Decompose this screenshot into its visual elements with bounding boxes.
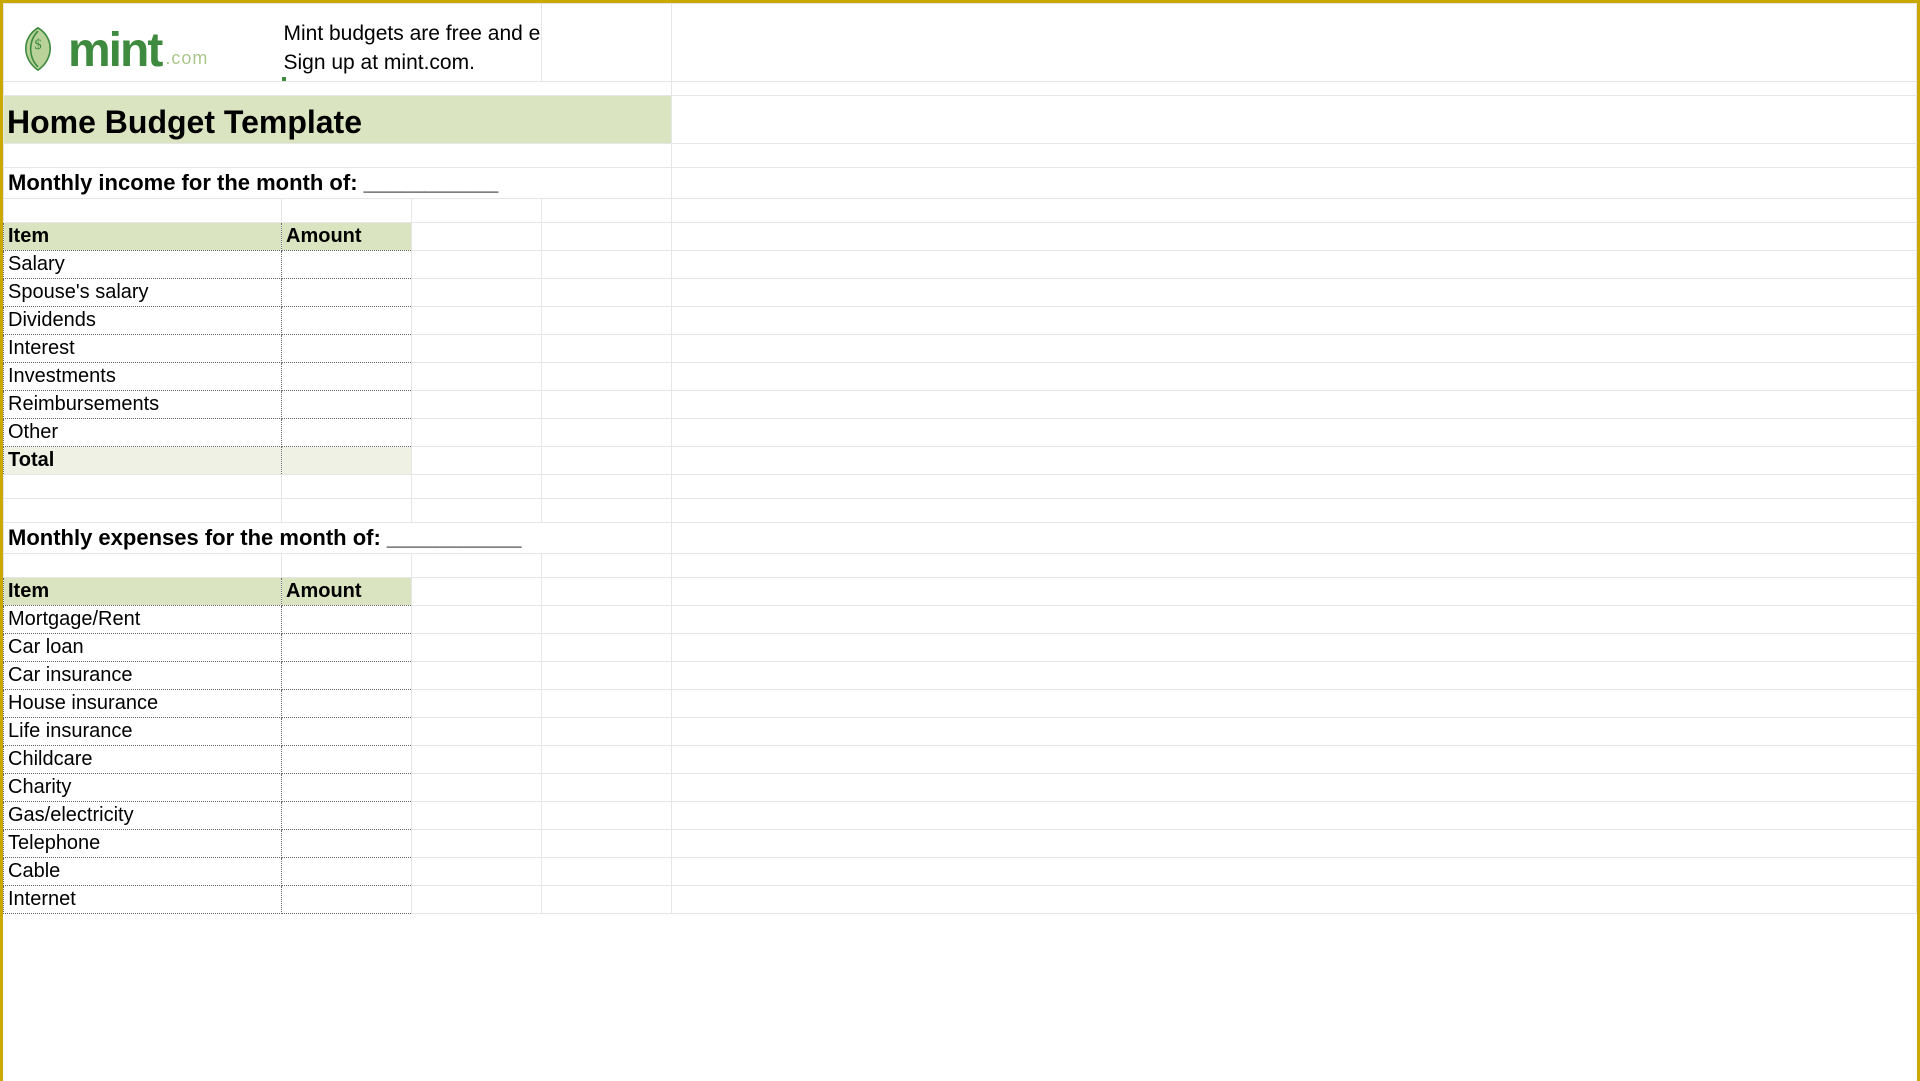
logo-brand-text: mint (68, 27, 161, 75)
income-amount[interactable] (282, 279, 412, 307)
expense-item[interactable]: Mortgage/Rent (4, 606, 282, 634)
mint-leaf-icon: $ (12, 23, 64, 75)
expense-item[interactable]: Cable (4, 858, 282, 886)
income-amount[interactable] (282, 363, 412, 391)
expense-amount[interactable] (282, 606, 412, 634)
income-item[interactable]: Interest (4, 335, 282, 363)
expense-item[interactable]: Car loan (4, 634, 282, 662)
expense-amount[interactable] (282, 774, 412, 802)
income-amount[interactable] (282, 419, 412, 447)
page-title: Home Budget Template (4, 96, 672, 144)
income-item[interactable]: Investments (4, 363, 282, 391)
expense-amount[interactable] (282, 858, 412, 886)
expense-amount[interactable] (282, 718, 412, 746)
expense-item[interactable]: House insurance (4, 690, 282, 718)
logo-ext-text: .com (165, 48, 208, 75)
promo-cell[interactable]: Mint budgets are free and easy. Sign up … (282, 4, 542, 82)
expense-item[interactable]: Charity (4, 774, 282, 802)
expense-amount[interactable] (282, 690, 412, 718)
promo-line1: Mint budgets are free and easy. (284, 22, 542, 45)
budget-grid[interactable]: $ mint .com Mint budgets are free and ea… (3, 3, 1917, 914)
expense-amount[interactable] (282, 802, 412, 830)
income-item[interactable]: Salary (4, 251, 282, 279)
income-item-header: Item (4, 223, 282, 251)
expense-section-heading: Monthly expenses for the month of: _____… (4, 523, 672, 554)
income-total-label: Total (4, 447, 282, 475)
spreadsheet-frame: $ mint .com Mint budgets are free and ea… (0, 0, 1920, 1081)
expense-item[interactable]: Telephone (4, 830, 282, 858)
expense-item[interactable]: Life insurance (4, 718, 282, 746)
income-item[interactable]: Dividends (4, 307, 282, 335)
expense-amount[interactable] (282, 634, 412, 662)
svg-text:$: $ (34, 37, 41, 53)
income-amount-header: Amount (282, 223, 412, 251)
promo-line2: Sign up at mint.com. (284, 51, 475, 74)
income-total-amount[interactable] (282, 447, 412, 475)
expense-item[interactable]: Internet (4, 886, 282, 914)
logo-cell: $ mint .com (4, 4, 282, 82)
expense-amount[interactable] (282, 830, 412, 858)
expense-amount[interactable] (282, 746, 412, 774)
expense-item[interactable]: Childcare (4, 746, 282, 774)
expense-amount-header: Amount (282, 578, 412, 606)
income-amount[interactable] (282, 251, 412, 279)
income-item[interactable]: Other (4, 419, 282, 447)
expense-amount[interactable] (282, 662, 412, 690)
expense-item[interactable]: Gas/electricity (4, 802, 282, 830)
income-amount[interactable] (282, 307, 412, 335)
expense-item-header: Item (4, 578, 282, 606)
income-section-heading: Monthly income for the month of: _______… (4, 168, 672, 199)
expense-amount[interactable] (282, 886, 412, 914)
cell-selection-handle[interactable] (282, 77, 286, 82)
expense-item[interactable]: Car insurance (4, 662, 282, 690)
income-amount[interactable] (282, 335, 412, 363)
income-item[interactable]: Reimbursements (4, 391, 282, 419)
income-amount[interactable] (282, 391, 412, 419)
income-item[interactable]: Spouse's salary (4, 279, 282, 307)
